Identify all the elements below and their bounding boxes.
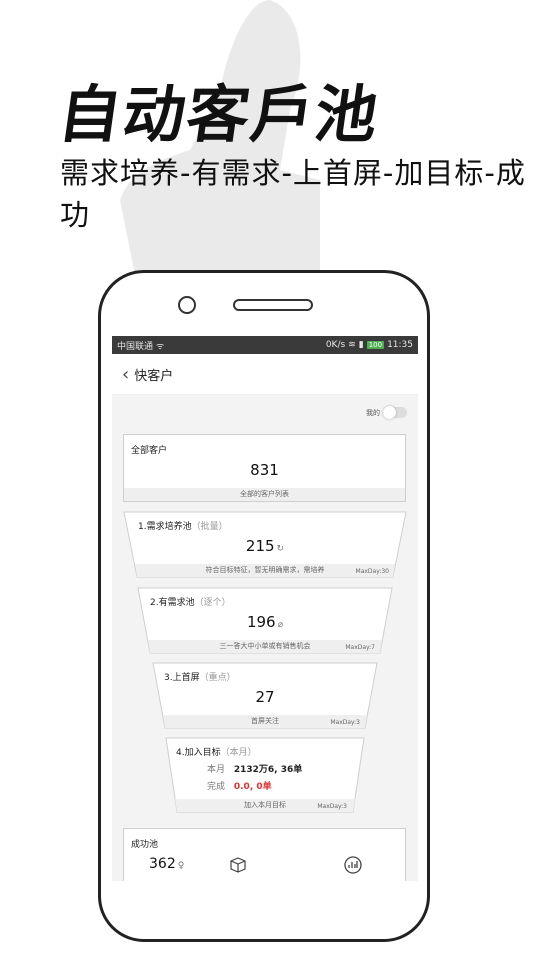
funnel-stage-1-tag: （批量） bbox=[191, 522, 228, 532]
funnel-stage-3[interactable]: 3.上首屏（重点） 27 首屏关注 MaxDay:3 bbox=[152, 662, 378, 729]
leaf-icon: ⌀ bbox=[277, 620, 284, 630]
carrier-name: 中国联通 bbox=[117, 341, 154, 352]
goal-month-label: 本月 bbox=[207, 765, 226, 775]
goal-done-label: 完成 bbox=[207, 782, 226, 792]
mine-toggle-row: 我的 bbox=[112, 395, 418, 425]
goal-month-row: 本月 2132万6, 36单 bbox=[207, 762, 302, 775]
funnel-stage-2[interactable]: 2.有需求池（逐个） 196 ⌀ 三一答大中小单或有销售机会 MaxDay:7 bbox=[137, 587, 393, 654]
funnel-stage-1[interactable]: 1.需求培养池（批量） 215 ↻ 符合目标特征，暂无明确需求，需培养 MaxDa… bbox=[123, 511, 407, 578]
status-bar: 中国联通 ᯤ 0K/s ≋ ▮ 100 11:35 bbox=[112, 336, 418, 354]
goal-tag: （本月） bbox=[220, 748, 257, 758]
goal-done-value: 0.0, 0单 bbox=[233, 782, 272, 792]
success-pool-card[interactable]: 成功池 362 ♀ bbox=[123, 828, 406, 881]
funnel-stage-2-title: 2.有需求池（逐个） bbox=[150, 595, 231, 608]
funnel-stage-2-maxday: MaxDay:7 bbox=[345, 644, 375, 651]
battery-icon: 100 bbox=[366, 341, 385, 349]
mine-toggle-label: 我的 bbox=[366, 409, 380, 417]
funnel-stage-3-value: 27 bbox=[152, 688, 378, 706]
funnel-stage-3-maxday: MaxDay:3 bbox=[330, 719, 360, 726]
funnel-stage-2-tag: （逐个） bbox=[194, 598, 231, 608]
nav-bar: ‹ 快客户 bbox=[112, 354, 418, 395]
goal-done-row: 完成 0.0, 0单 bbox=[207, 779, 272, 792]
phone-screen: 中国联通 ᯤ 0K/s ≋ ▮ 100 11:35 ‹ 快客户 我的 全部客户 … bbox=[112, 336, 418, 881]
signal-icon: ᯤ bbox=[156, 341, 165, 352]
success-pool-title: 成功池 bbox=[131, 840, 159, 850]
clock: 11:35 bbox=[387, 340, 413, 350]
chevron-left-icon[interactable]: ‹ bbox=[122, 364, 129, 385]
funnel-stage-1-value: 215 ↻ bbox=[123, 537, 407, 555]
bulb-icon: ♀ bbox=[177, 861, 185, 871]
funnel-stage-3-title: 3.上首屏（重点） bbox=[164, 670, 236, 683]
toggle-knob bbox=[383, 406, 396, 419]
funnel-stage-1-name: 1.需求培养池 bbox=[138, 522, 192, 532]
funnel-stage-3-count: 27 bbox=[255, 688, 275, 706]
all-customers-footer: 全部的客户列表 bbox=[124, 488, 405, 501]
funnel-stage-1-title: 1.需求培养池（批量） bbox=[138, 519, 228, 532]
hero-title: 自动客戶池 bbox=[54, 78, 385, 151]
goal-title: 4.加入目标（本月） bbox=[176, 745, 257, 758]
goal-month-value: 2132万6, 36单 bbox=[233, 765, 303, 775]
box-icon[interactable] bbox=[230, 857, 246, 873]
phone-camera bbox=[178, 296, 196, 314]
success-pool-value: 362 ♀ bbox=[149, 856, 184, 872]
wifi-icon: ≋ bbox=[348, 340, 356, 350]
all-customers-card[interactable]: 全部客户 831 全部的客户列表 bbox=[123, 434, 406, 502]
all-customers-count: 831 bbox=[250, 461, 279, 479]
mine-toggle[interactable] bbox=[383, 406, 407, 419]
funnel-stage-2-count: 196 bbox=[246, 613, 276, 631]
funnel-stage-3-name: 3.上首屏 bbox=[164, 673, 200, 683]
funnel-stage-2-name: 2.有需求池 bbox=[150, 598, 195, 608]
cell-signal-icon: ▮ bbox=[358, 340, 364, 350]
goal-name: 4.加入目标 bbox=[176, 748, 221, 758]
funnel-stage-1-count: 215 bbox=[245, 537, 275, 555]
phone-speaker bbox=[233, 299, 313, 311]
refresh-icon: ↻ bbox=[276, 544, 285, 554]
goal-maxday: MaxDay:3 bbox=[317, 803, 347, 810]
network-speed: 0K/s bbox=[325, 340, 346, 350]
chart-icon[interactable] bbox=[344, 856, 362, 874]
funnel-stage-1-maxday: MaxDay:30 bbox=[355, 568, 389, 575]
hero-subtitle: 需求培养-有需求-上首屏-加目标-成功 bbox=[60, 156, 526, 232]
funnel-stage-2-value: 196 ⌀ bbox=[137, 613, 393, 631]
success-pool-count: 362 bbox=[149, 856, 176, 872]
all-customers-title: 全部客户 bbox=[131, 446, 168, 456]
funnel-stage-3-tag: （重点） bbox=[199, 673, 236, 683]
funnel-stage-4-goal[interactable]: 4.加入目标（本月） 本月 2132万6, 36单 完成 0.0, 0单 加入本… bbox=[165, 737, 365, 813]
nav-title: 快客户 bbox=[134, 368, 174, 384]
